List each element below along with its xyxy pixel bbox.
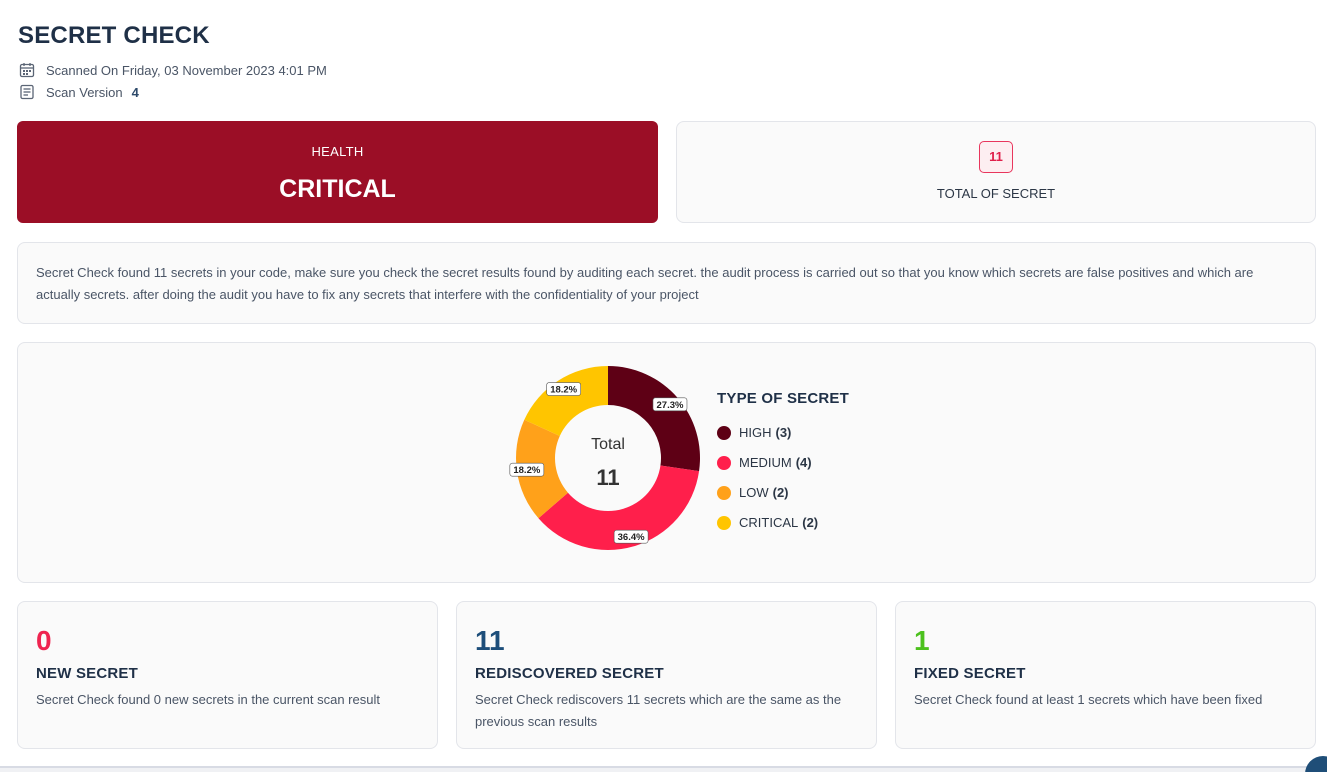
rediscovered-secret-count: 11 (475, 625, 505, 656)
legend-item-medium[interactable]: MEDIUM (4) (717, 455, 812, 470)
new-secret-card: 0 NEW SECRET Secret Check found 0 new se… (17, 601, 438, 749)
legend-label-low: LOW (739, 485, 769, 500)
page-title: SECRET CHECK (18, 22, 210, 49)
scan-version-label: Scan Version (46, 84, 123, 100)
total-secret-count: 11 (979, 141, 1013, 173)
svg-text:18.2%: 18.2% (550, 385, 577, 396)
legend-swatch-high (717, 425, 731, 440)
legend-label-high: HIGH (739, 425, 772, 440)
donut-percent-label-low: 18.2% (509, 462, 545, 477)
scanned-on-row: Scanned On Friday, 03 November 2023 4:01… (19, 62, 327, 78)
legend-item-low[interactable]: LOW (2) (717, 485, 789, 500)
health-status: CRITICAL (279, 175, 396, 203)
donut-percent-label-critical: 18.2% (546, 382, 581, 396)
scan-version-row: Scan Version 4 (19, 84, 139, 100)
secret-type-donut-chart: Total 11 27.3% 36.4% 18.2% 18.2% (509, 366, 700, 550)
total-secret-label: TOTAL OF SECRET (936, 186, 1056, 201)
donut-slice-high[interactable] (608, 366, 700, 472)
legend-label-medium: MEDIUM (739, 455, 792, 470)
health-card: HEALTH CRITICAL (17, 121, 658, 223)
scan-version-value: 4 (131, 84, 139, 100)
health-label: HEALTH (311, 144, 364, 159)
rediscovered-secret-title: REDISCOVERED SECRET (475, 665, 664, 682)
donut-center-value: 11 (596, 465, 619, 490)
donut-center-label: Total (591, 436, 625, 453)
donut-slice-critical[interactable] (524, 366, 608, 436)
legend-count-low: (2) (772, 485, 789, 500)
legend-swatch-critical (717, 515, 731, 530)
calendar-icon (19, 62, 35, 78)
scanned-on-label: Scanned On Friday, 03 November 2023 4:01… (46, 62, 327, 78)
secret-check-report: SECRET CHECK Scanned On Friday, 03 Novem… (0, 0, 1327, 768)
legend-swatch-low (717, 485, 731, 500)
legend-label-critical: CRITICAL (739, 515, 799, 530)
legend-count-high: (3) (775, 425, 792, 440)
total-secret-card: 11 TOTAL OF SECRET (676, 121, 1316, 223)
new-secret-text: Secret Check found 0 new secrets in the … (36, 692, 380, 707)
donut-percent-label-high: 27.3% (652, 397, 688, 412)
legend-count-critical: (2) (802, 515, 819, 530)
rediscovered-secret-card: 11 REDISCOVERED SECRET Secret Check redi… (456, 601, 877, 749)
fixed-secret-text: Secret Check found at least 1 secrets wh… (914, 692, 1263, 707)
document-icon (19, 84, 35, 100)
new-secret-title: NEW SECRET (36, 665, 139, 682)
legend-item-critical[interactable]: CRITICAL (2) (717, 515, 818, 530)
description-text: Secret Check found 11 secrets in your co… (36, 265, 1254, 302)
fixed-secret-card: 1 FIXED SECRET Secret Check found at lea… (895, 601, 1316, 749)
legend-item-high[interactable]: HIGH (3) (717, 425, 791, 440)
legend-title: TYPE OF SECRET (717, 390, 849, 407)
svg-text:36.4%: 36.4% (618, 532, 645, 543)
description-card: Secret Check found 11 secrets in your co… (17, 242, 1316, 324)
legend-count-medium: (4) (795, 455, 812, 470)
svg-text:18.2%: 18.2% (513, 465, 540, 476)
legend-swatch-medium (717, 455, 731, 470)
fixed-secret-count: 1 (914, 625, 930, 656)
donut-percent-label-medium: 36.4% (613, 529, 649, 544)
new-secret-count: 0 (36, 625, 52, 656)
svg-text:27.3%: 27.3% (657, 400, 684, 411)
rediscovered-secret-text: Secret Check rediscovers 11 secrets whic… (475, 692, 842, 729)
fixed-secret-title: FIXED SECRET (914, 665, 1026, 682)
